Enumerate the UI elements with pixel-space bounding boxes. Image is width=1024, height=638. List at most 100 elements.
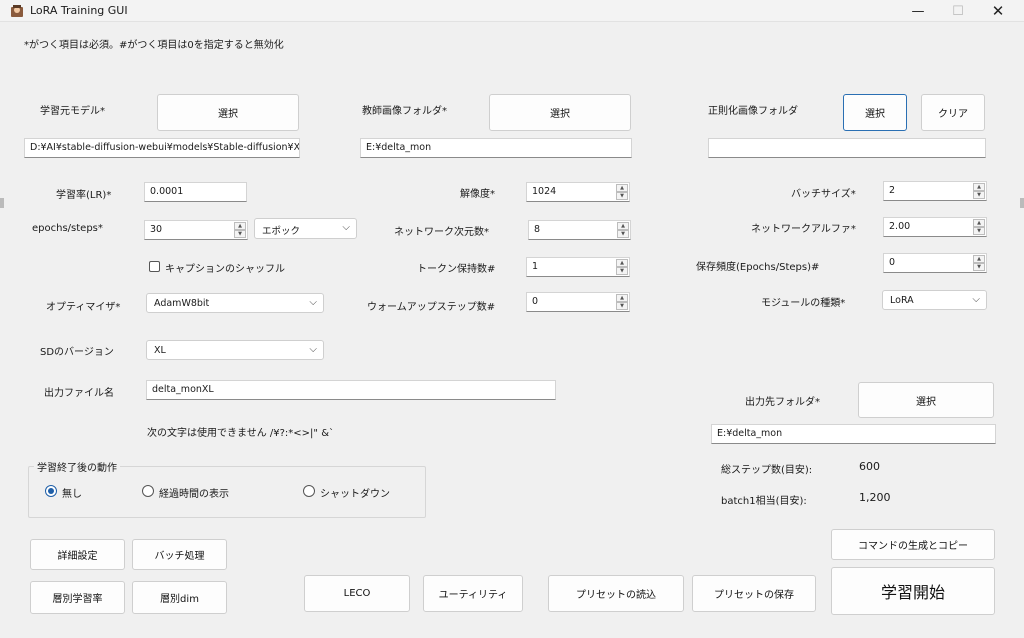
epochs-unit-select[interactable]: エポック ⌵ bbox=[254, 218, 357, 239]
network-dim-spinbox[interactable]: 8 ▲ ▼ bbox=[528, 220, 631, 240]
reg-folder-path-input[interactable] bbox=[708, 138, 986, 158]
layer-dim-button[interactable]: 層別dim bbox=[132, 581, 227, 614]
spin-up-icon[interactable]: ▲ bbox=[616, 259, 628, 267]
network-alpha-label: ネットワークアルファ* bbox=[751, 224, 856, 235]
epochs-unit-value: エポック bbox=[262, 226, 301, 237]
spin-down-icon[interactable]: ▼ bbox=[973, 191, 985, 199]
spin-up-icon[interactable]: ▲ bbox=[234, 222, 246, 230]
network-dim-spin-arrows[interactable]: ▲ ▼ bbox=[617, 222, 629, 238]
caption-shuffle-checkbox[interactable] bbox=[149, 261, 160, 272]
warmup-value: 0 bbox=[532, 296, 539, 307]
app-window: LoRA Training GUI — ☐ ✕ *がつく項目は必須。#がつく項目… bbox=[0, 0, 1024, 638]
warmup-spin-arrows[interactable]: ▲ ▼ bbox=[616, 294, 628, 310]
chevron-down-icon: ⌵ bbox=[972, 294, 980, 305]
output-filename-input[interactable]: delta_monXL bbox=[146, 380, 556, 400]
keep-tokens-value: 1 bbox=[532, 261, 539, 272]
chevron-down-icon: ⌵ bbox=[309, 297, 317, 308]
save-freq-value: 0 bbox=[889, 257, 896, 268]
after-show-time-label: 経過時間の表示 bbox=[159, 489, 229, 500]
batch-size-spinbox[interactable]: 2 ▲ ▼ bbox=[883, 181, 987, 201]
after-shutdown-radio[interactable] bbox=[303, 485, 315, 497]
epochs-spin-arrows[interactable]: ▲ ▼ bbox=[234, 222, 246, 238]
spin-down-icon[interactable]: ▼ bbox=[616, 267, 628, 275]
spin-down-icon[interactable]: ▼ bbox=[616, 192, 628, 200]
sd-version-select[interactable]: XL ⌵ bbox=[146, 340, 324, 360]
caption-shuffle-label: キャプションのシャッフル bbox=[165, 264, 285, 275]
module-type-select[interactable]: LoRA ⌵ bbox=[882, 290, 987, 310]
network-alpha-value: 2.00 bbox=[889, 221, 911, 232]
after-show-time-radio[interactable] bbox=[142, 485, 154, 497]
save-freq-label: 保存頻度(Epochs/Steps)# bbox=[696, 262, 820, 273]
spin-down-icon[interactable]: ▼ bbox=[973, 227, 985, 235]
epochs-value: 30 bbox=[150, 224, 163, 235]
after-training-title: 学習終了後の動作 bbox=[34, 459, 120, 474]
advanced-settings-button[interactable]: 詳細設定 bbox=[30, 539, 125, 570]
utility-button[interactable]: ユーティリティ bbox=[423, 575, 523, 612]
window-title: LoRA Training GUI bbox=[30, 4, 128, 17]
batch-size-spin-arrows[interactable]: ▲ ▼ bbox=[973, 183, 985, 199]
resolution-spinbox[interactable]: 1024 ▲ ▼ bbox=[526, 182, 630, 202]
main-panel: *がつく項目は必須。#がつく項目は0を指定すると無効化 学習元モデル* 選択 D… bbox=[4, 22, 1020, 638]
minimize-button[interactable]: — bbox=[900, 0, 936, 22]
spin-up-icon[interactable]: ▲ bbox=[973, 183, 985, 191]
keep-tokens-spin-arrows[interactable]: ▲ ▼ bbox=[616, 259, 628, 275]
module-type-value: LoRA bbox=[890, 295, 914, 306]
module-type-label: モジュールの種類* bbox=[761, 298, 846, 309]
spin-down-icon[interactable]: ▼ bbox=[617, 230, 629, 238]
keep-tokens-spinbox[interactable]: 1 ▲ ▼ bbox=[526, 257, 630, 277]
output-folder-path-input[interactable]: E:¥delta_mon bbox=[711, 424, 996, 444]
reg-folder-clear-button[interactable]: クリア bbox=[921, 94, 985, 131]
batch-process-button[interactable]: バッチ処理 bbox=[132, 539, 227, 570]
warmup-spinbox[interactable]: 0 ▲ ▼ bbox=[526, 292, 630, 312]
spin-up-icon[interactable]: ▲ bbox=[617, 222, 629, 230]
teacher-folder-path-input[interactable]: E:¥delta_mon bbox=[360, 138, 632, 158]
spin-up-icon[interactable]: ▲ bbox=[616, 184, 628, 192]
network-alpha-spin-arrows[interactable]: ▲ ▼ bbox=[973, 219, 985, 235]
optimizer-label: オプティマイザ* bbox=[46, 302, 121, 313]
resolution-value: 1024 bbox=[532, 186, 557, 197]
close-button[interactable]: ✕ bbox=[980, 0, 1016, 22]
save-freq-spinbox[interactable]: 0 ▲ ▼ bbox=[883, 253, 987, 273]
keep-tokens-label: トークン保持数# bbox=[417, 264, 496, 275]
forbidden-chars-note: 次の文字は使用できません /¥?:*<>|" &` bbox=[147, 428, 334, 439]
spin-down-icon[interactable]: ▼ bbox=[234, 230, 246, 238]
chevron-down-icon: ⌵ bbox=[342, 222, 350, 233]
load-preset-button[interactable]: プリセットの読込 bbox=[548, 575, 684, 612]
epochs-label: epochs/steps* bbox=[32, 223, 103, 234]
network-dim-label: ネットワーク次元数* bbox=[394, 227, 489, 238]
chevron-down-icon: ⌵ bbox=[309, 344, 317, 355]
base-model-select-button[interactable]: 選択 bbox=[157, 94, 299, 131]
batch1-value: 1,200 bbox=[859, 491, 891, 504]
layer-lr-button[interactable]: 層別学習率 bbox=[30, 581, 125, 614]
sd-version-label: SDのバージョン bbox=[40, 347, 114, 358]
start-training-button[interactable]: 学習開始 bbox=[831, 567, 995, 615]
lr-input[interactable]: 0.0001 bbox=[144, 182, 247, 202]
save-preset-button[interactable]: プリセットの保存 bbox=[692, 575, 816, 612]
save-freq-spin-arrows[interactable]: ▲ ▼ bbox=[973, 255, 985, 271]
title-bar: LoRA Training GUI — ☐ ✕ bbox=[0, 0, 1024, 22]
spin-down-icon[interactable]: ▼ bbox=[616, 302, 628, 310]
lr-label: 学習率(LR)* bbox=[56, 190, 112, 201]
leco-button[interactable]: LECO bbox=[304, 575, 410, 612]
batch-size-label: バッチサイズ* bbox=[791, 189, 856, 200]
maximize-button[interactable]: ☐ bbox=[940, 0, 976, 22]
sd-version-value: XL bbox=[154, 345, 166, 356]
output-folder-select-button[interactable]: 選択 bbox=[858, 382, 994, 418]
spin-up-icon[interactable]: ▲ bbox=[616, 294, 628, 302]
spin-down-icon[interactable]: ▼ bbox=[973, 263, 985, 271]
warmup-label: ウォームアップステップ数# bbox=[367, 302, 496, 313]
reg-folder-select-button[interactable]: 選択 bbox=[843, 94, 907, 131]
output-folder-label: 出力先フォルダ* bbox=[745, 397, 820, 408]
optimizer-select[interactable]: AdamW8bit ⌵ bbox=[146, 293, 324, 313]
resolution-spin-arrows[interactable]: ▲ ▼ bbox=[616, 184, 628, 200]
base-model-label: 学習元モデル* bbox=[40, 106, 105, 117]
epochs-spinbox[interactable]: 30 ▲ ▼ bbox=[144, 220, 248, 240]
generate-command-button[interactable]: コマンドの生成とコピー bbox=[831, 529, 995, 560]
network-alpha-spinbox[interactable]: 2.00 ▲ ▼ bbox=[883, 217, 987, 237]
spin-up-icon[interactable]: ▲ bbox=[973, 255, 985, 263]
after-none-radio[interactable] bbox=[45, 485, 57, 497]
reg-folder-label: 正則化画像フォルダ bbox=[708, 106, 798, 117]
spin-up-icon[interactable]: ▲ bbox=[973, 219, 985, 227]
base-model-path-input[interactable]: D:¥AI¥stable-diffusion-webui¥models¥Stab… bbox=[24, 138, 300, 158]
teacher-folder-select-button[interactable]: 選択 bbox=[489, 94, 631, 131]
